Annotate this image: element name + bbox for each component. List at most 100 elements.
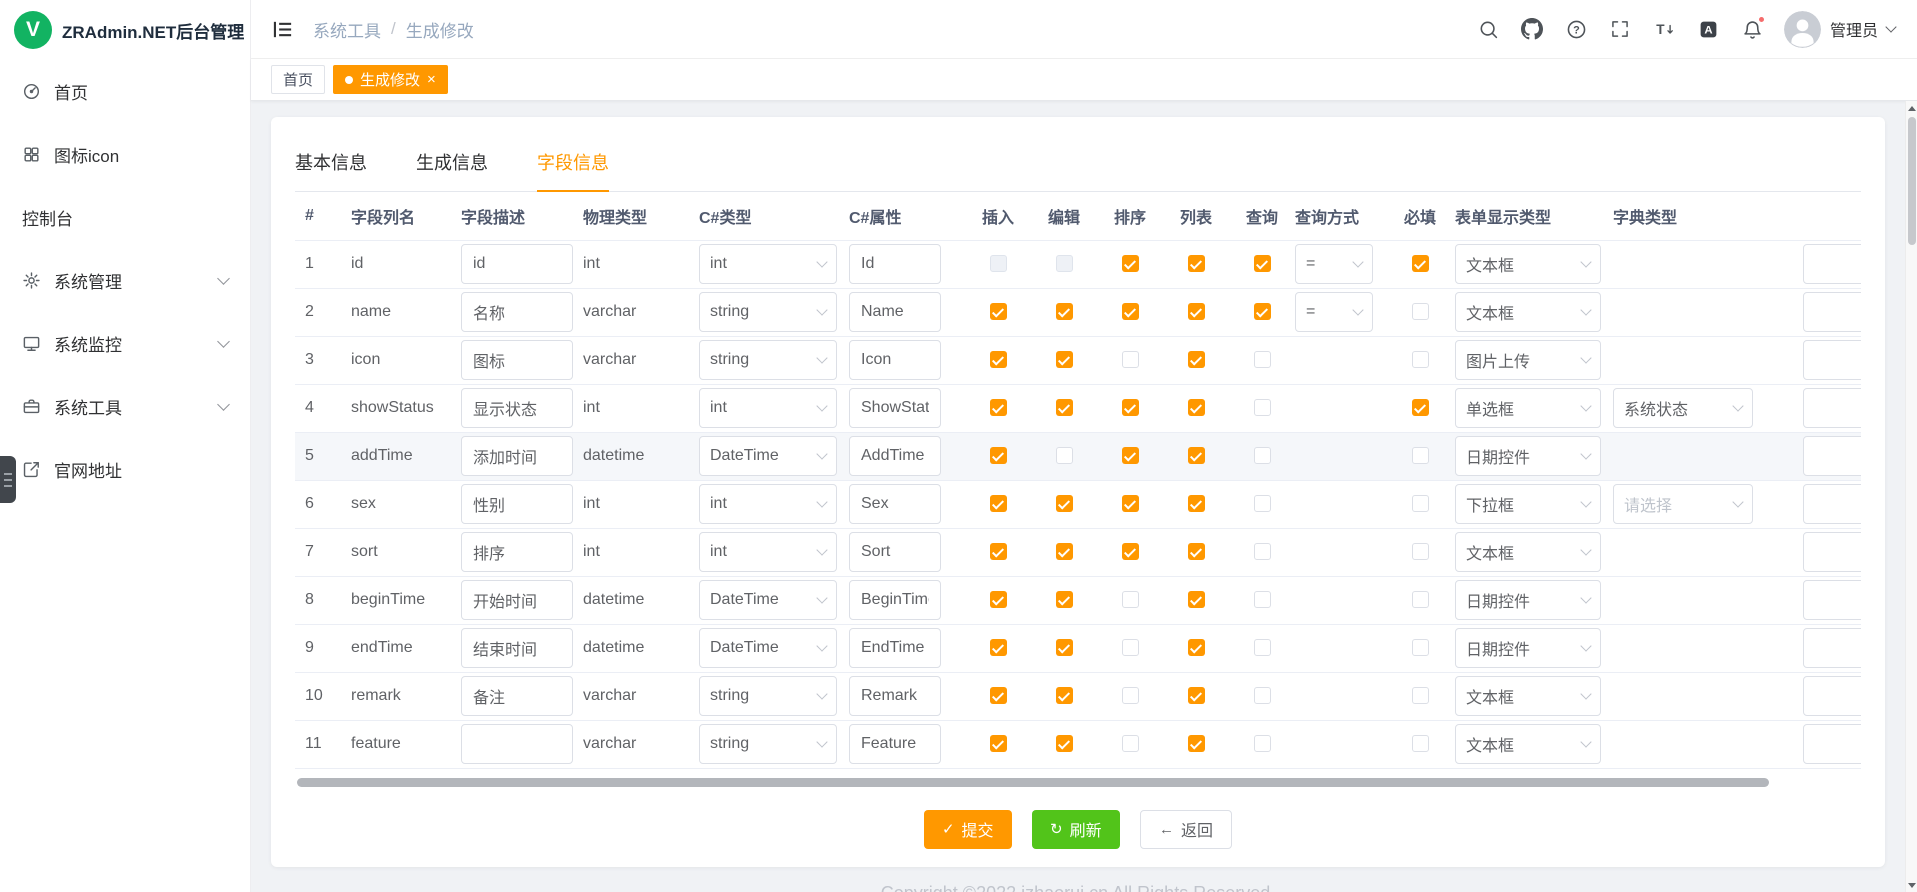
extra-field-input[interactable] [1803, 676, 1861, 716]
field-desc-input[interactable] [461, 724, 573, 764]
edit-checkbox[interactable] [1056, 735, 1073, 752]
edit-checkbox[interactable] [1056, 543, 1073, 560]
edit-checkbox[interactable] [1056, 399, 1073, 416]
list-checkbox[interactable] [1188, 639, 1205, 656]
extra-field-input[interactable] [1803, 580, 1861, 620]
field-desc-input[interactable] [461, 244, 573, 284]
cs-type-select[interactable]: DateTime [699, 436, 837, 476]
sidebar-item-home[interactable]: 首页 [0, 60, 250, 123]
github-icon[interactable] [1520, 17, 1545, 42]
sort-checkbox[interactable] [1122, 543, 1139, 560]
extra-field-input[interactable] [1803, 436, 1861, 476]
vertical-scrollbar-thumb[interactable] [1908, 117, 1916, 245]
extra-field-input[interactable] [1803, 724, 1861, 764]
sort-checkbox[interactable] [1122, 351, 1139, 368]
required-checkbox[interactable] [1412, 495, 1429, 512]
search-icon[interactable] [1476, 17, 1501, 42]
fullscreen-icon[interactable] [1608, 17, 1633, 42]
required-checkbox[interactable] [1412, 639, 1429, 656]
sidebar-collapse-icon[interactable] [271, 17, 295, 41]
back-button[interactable]: ← 返回 [1140, 810, 1232, 849]
field-desc-input[interactable] [461, 436, 573, 476]
cs-type-select[interactable]: int [699, 388, 837, 428]
query-checkbox[interactable] [1254, 399, 1271, 416]
sort-checkbox[interactable] [1122, 447, 1139, 464]
cs-prop-input[interactable] [849, 676, 941, 716]
sort-checkbox[interactable] [1122, 495, 1139, 512]
edit-checkbox[interactable] [1056, 639, 1073, 656]
cs-type-select[interactable]: string [699, 292, 837, 332]
field-desc-input[interactable] [461, 532, 573, 572]
insert-checkbox[interactable] [990, 399, 1007, 416]
required-checkbox[interactable] [1412, 303, 1429, 320]
display-type-select[interactable]: 文本框 [1455, 292, 1601, 332]
list-checkbox[interactable] [1188, 591, 1205, 608]
theme-drawer-handle[interactable] [0, 456, 16, 503]
dict-type-select[interactable]: 系统状态 [1613, 388, 1753, 428]
display-type-select[interactable]: 下拉框 [1455, 484, 1601, 524]
required-checkbox[interactable] [1412, 255, 1429, 272]
cs-type-select[interactable]: DateTime [699, 628, 837, 668]
cs-prop-input[interactable] [849, 388, 941, 428]
cs-type-select[interactable]: string [699, 340, 837, 380]
list-checkbox[interactable] [1188, 543, 1205, 560]
list-checkbox[interactable] [1188, 687, 1205, 704]
query-checkbox[interactable] [1254, 447, 1271, 464]
edit-checkbox[interactable] [1056, 687, 1073, 704]
cs-type-select[interactable]: string [699, 676, 837, 716]
display-type-select[interactable]: 单选框 [1455, 388, 1601, 428]
insert-checkbox[interactable] [990, 639, 1007, 656]
cs-prop-input[interactable] [849, 580, 941, 620]
list-checkbox[interactable] [1188, 255, 1205, 272]
insert-checkbox[interactable] [990, 303, 1007, 320]
submit-button[interactable]: ✓ 提交 [924, 810, 1012, 849]
close-icon[interactable]: × [427, 72, 436, 87]
insert-checkbox[interactable] [990, 351, 1007, 368]
tab-field-info[interactable]: 字段信息 [537, 139, 609, 192]
list-checkbox[interactable] [1188, 303, 1205, 320]
insert-checkbox[interactable] [990, 447, 1007, 464]
language-icon[interactable]: A [1696, 17, 1721, 42]
edit-checkbox[interactable] [1056, 495, 1073, 512]
query-method-select[interactable]: = [1295, 244, 1373, 284]
insert-checkbox[interactable] [990, 735, 1007, 752]
display-type-select[interactable]: 日期控件 [1455, 628, 1601, 668]
sidebar-item-icons[interactable]: 图标icon [0, 123, 250, 186]
query-checkbox[interactable] [1254, 591, 1271, 608]
display-type-select[interactable]: 文本框 [1455, 676, 1601, 716]
insert-checkbox[interactable] [990, 495, 1007, 512]
extra-field-input[interactable] [1803, 292, 1861, 332]
display-type-select[interactable]: 日期控件 [1455, 580, 1601, 620]
required-checkbox[interactable] [1412, 447, 1429, 464]
extra-field-input[interactable] [1803, 244, 1861, 284]
bell-icon[interactable] [1740, 17, 1765, 42]
field-desc-input[interactable] [461, 484, 573, 524]
cs-prop-input[interactable] [849, 628, 941, 668]
insert-checkbox[interactable] [990, 687, 1007, 704]
field-desc-input[interactable] [461, 580, 573, 620]
sort-checkbox[interactable] [1122, 735, 1139, 752]
cs-prop-input[interactable] [849, 724, 941, 764]
sort-checkbox[interactable] [1122, 303, 1139, 320]
tag-generate-edit[interactable]: 生成修改× [333, 65, 448, 94]
cs-type-select[interactable]: DateTime [699, 580, 837, 620]
list-checkbox[interactable] [1188, 735, 1205, 752]
extra-field-input[interactable] [1803, 388, 1861, 428]
required-checkbox[interactable] [1412, 351, 1429, 368]
field-desc-input[interactable] [461, 388, 573, 428]
edit-checkbox[interactable] [1056, 351, 1073, 368]
font-size-icon[interactable]: T [1652, 17, 1677, 42]
horizontal-scrollbar-thumb[interactable] [297, 778, 1769, 787]
required-checkbox[interactable] [1412, 735, 1429, 752]
required-checkbox[interactable] [1412, 687, 1429, 704]
query-checkbox[interactable] [1254, 639, 1271, 656]
sidebar-item-system-tools[interactable]: 系统工具 [0, 375, 250, 438]
app-logo[interactable]: V ZRAdmin.NET后台管理 [0, 0, 250, 60]
display-type-select[interactable]: 文本框 [1455, 244, 1601, 284]
field-desc-input[interactable] [461, 292, 573, 332]
user-menu[interactable]: 管理员 [1784, 11, 1895, 48]
query-checkbox[interactable] [1254, 255, 1271, 272]
edit-checkbox[interactable] [1056, 303, 1073, 320]
cs-type-select[interactable]: int [699, 244, 837, 284]
sort-checkbox[interactable] [1122, 399, 1139, 416]
